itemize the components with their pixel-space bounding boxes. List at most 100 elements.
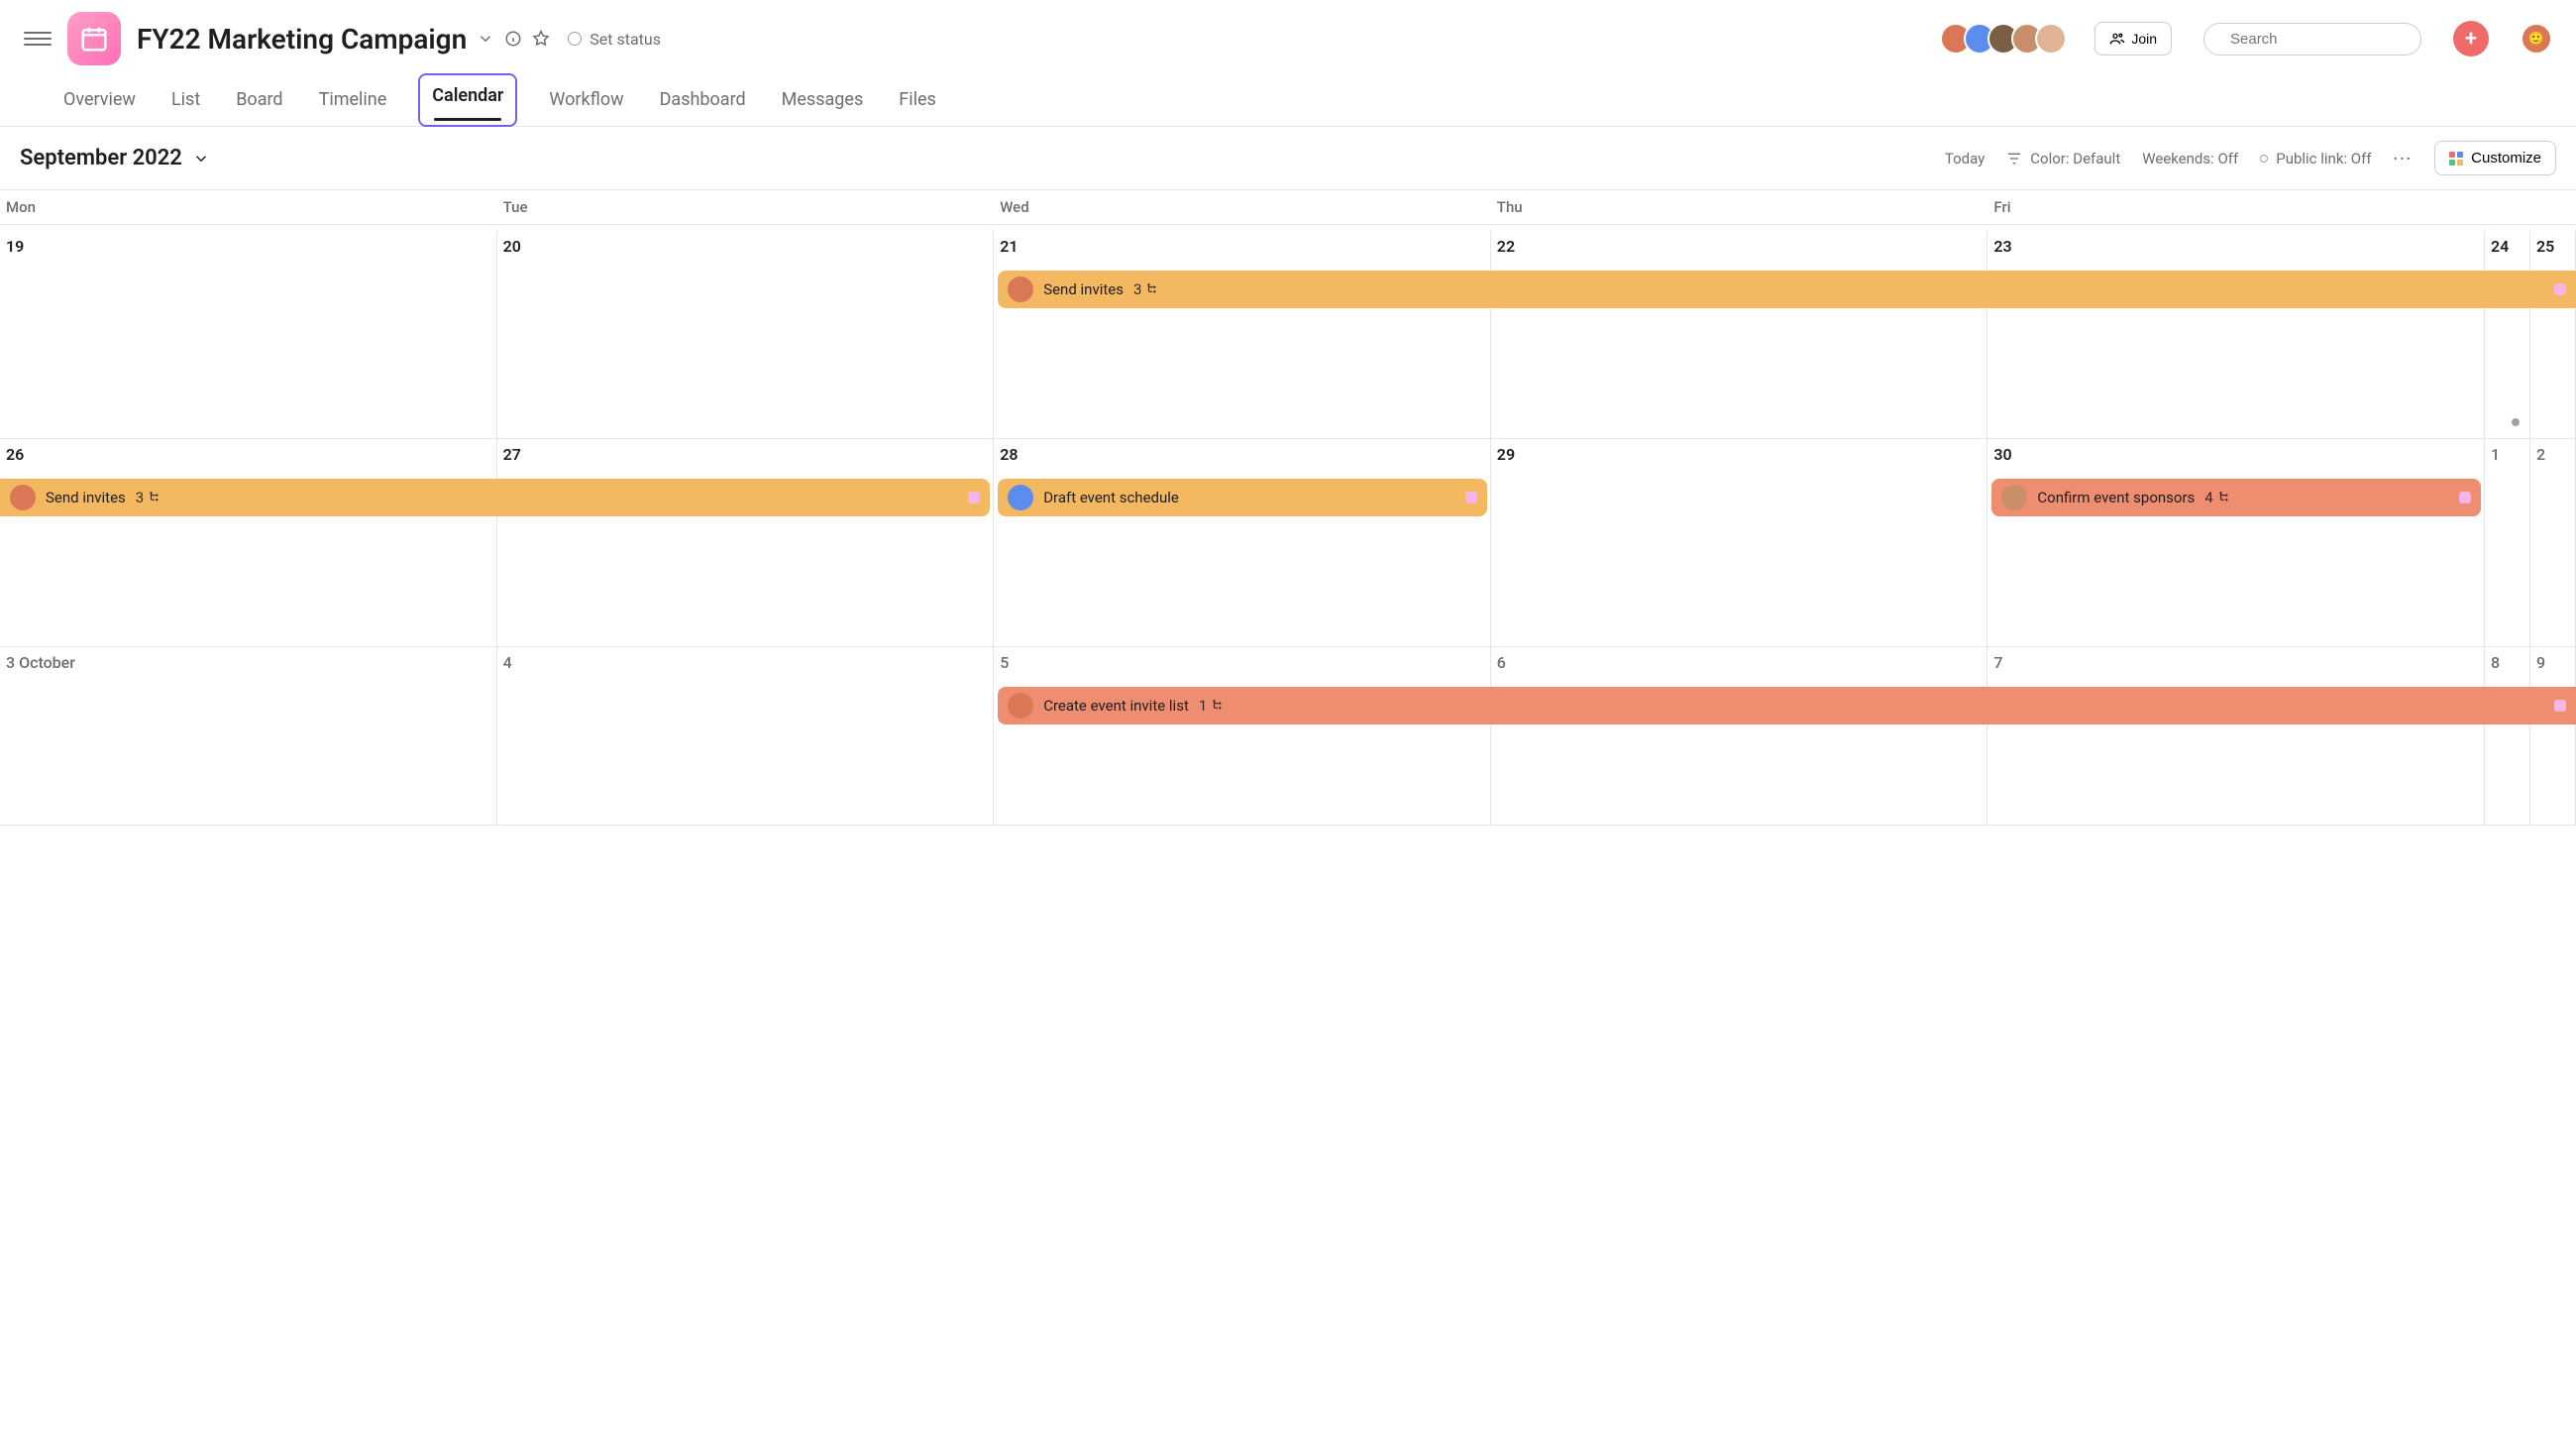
- more-options[interactable]: ···: [2394, 150, 2414, 167]
- subtask-icon: [1145, 282, 1159, 296]
- calendar-day[interactable]: 22: [1491, 231, 1988, 438]
- day-number: 26: [6, 445, 490, 464]
- calendar-day[interactable]: 27: [497, 439, 995, 646]
- info-icon[interactable]: [504, 30, 522, 48]
- day-number: 7: [1993, 653, 2478, 672]
- calendar-day[interactable]: 6: [1491, 647, 1988, 825]
- tab-list[interactable]: List: [167, 73, 204, 126]
- calendar-day[interactable]: 3 October: [0, 647, 497, 825]
- join-label: Join: [2131, 31, 2157, 47]
- join-button[interactable]: Join: [2094, 22, 2172, 56]
- chevron-down-icon: [192, 150, 210, 167]
- current-user-avatar[interactable]: 🙂: [2521, 23, 2552, 55]
- chevron-down-icon[interactable]: [477, 30, 494, 48]
- project-title: FY22 Marketing Campaign: [137, 23, 467, 56]
- calendar-task[interactable]: Draft event schedule: [998, 479, 1487, 516]
- task-label: Send invites: [1043, 280, 1124, 298]
- tab-timeline[interactable]: Timeline: [315, 73, 391, 126]
- calendar-day[interactable]: 30: [1987, 439, 2485, 646]
- subtask-count: 3: [1133, 280, 1159, 298]
- tab-messages[interactable]: Messages: [778, 73, 868, 126]
- day-number: 4: [503, 653, 988, 672]
- project-icon[interactable]: [67, 12, 121, 65]
- calendar-day[interactable]: 8: [2485, 647, 2530, 825]
- weekends-toggle[interactable]: Weekends: Off: [2142, 150, 2238, 167]
- task-tag-square: [2554, 283, 2566, 295]
- day-number: 22: [1497, 237, 1982, 256]
- day-number: 1: [2491, 445, 2523, 464]
- calendar-task[interactable]: Send invites 3: [998, 271, 2576, 308]
- tab-overview[interactable]: Overview: [59, 73, 140, 126]
- add-button[interactable]: +: [2453, 21, 2489, 56]
- set-status-button[interactable]: Set status: [568, 30, 661, 49]
- hamburger-menu-icon[interactable]: [24, 25, 52, 53]
- member-avatar[interactable]: [2035, 23, 2067, 55]
- task-tag-square: [2459, 492, 2471, 503]
- task-label: Send invites: [46, 489, 126, 506]
- subtask-icon: [2217, 491, 2231, 504]
- calendar-day[interactable]: 21: [994, 231, 1491, 438]
- calendar-day[interactable]: 2: [2530, 439, 2576, 646]
- dow-label: Fri: [1987, 190, 2485, 224]
- overflow-indicator[interactable]: [2512, 418, 2520, 426]
- filter-icon: [2006, 151, 2022, 166]
- member-avatars[interactable]: [1940, 23, 2067, 55]
- day-number: 5: [1000, 653, 1484, 672]
- calendar-day[interactable]: 26: [0, 439, 497, 646]
- tab-files[interactable]: Files: [895, 73, 940, 126]
- calendar-day[interactable]: 25: [2530, 231, 2576, 438]
- task-tag-square: [968, 492, 980, 503]
- color-filter[interactable]: Color: Default: [2006, 150, 2120, 167]
- customize-label: Customize: [2471, 150, 2541, 166]
- month-picker[interactable]: September 2022: [20, 146, 210, 170]
- task-tag-square: [2554, 700, 2566, 712]
- people-icon: [2109, 31, 2125, 47]
- day-number: 2: [2536, 445, 2569, 464]
- calendar-day[interactable]: 4: [497, 647, 995, 825]
- task-label: Create event invite list: [1043, 697, 1189, 715]
- calendar-day[interactable]: 5: [994, 647, 1491, 825]
- calendar-day[interactable]: 1: [2485, 439, 2530, 646]
- calendar-day[interactable]: 20: [497, 231, 995, 438]
- tab-workflow[interactable]: Workflow: [545, 73, 627, 126]
- dow-header: MonTueWedThuFri: [0, 189, 2576, 225]
- day-number: 6: [1497, 653, 1982, 672]
- customize-button[interactable]: Customize: [2434, 141, 2556, 175]
- task-label: Confirm event sponsors: [2037, 489, 2195, 506]
- task-assignee-avatar: [1008, 693, 1033, 719]
- task-assignee-avatar: [1008, 485, 1033, 510]
- calendar-task[interactable]: Create event invite list 1: [998, 687, 2576, 724]
- today-button[interactable]: Today: [1945, 150, 1985, 167]
- calendar-day[interactable]: 7: [1987, 647, 2485, 825]
- search-input[interactable]: [2228, 30, 2429, 49]
- calendar-task[interactable]: Send invites 3: [0, 479, 990, 516]
- tab-board[interactable]: Board: [232, 73, 286, 126]
- tab-calendar[interactable]: Calendar: [418, 73, 517, 127]
- project-title-wrap: FY22 Marketing Campaign Set status: [137, 23, 661, 56]
- day-number: 29: [1497, 445, 1982, 464]
- calendar-day[interactable]: 19: [0, 231, 497, 438]
- calendar-task[interactable]: Confirm event sponsors4: [1991, 479, 2481, 516]
- calendar-day[interactable]: 23: [1987, 231, 2485, 438]
- subtask-count: 1: [1199, 697, 1225, 715]
- calendar-day[interactable]: 9: [2530, 647, 2576, 825]
- dow-label: Mon: [0, 190, 497, 224]
- day-number: 28: [1000, 445, 1484, 464]
- search-input-wrap[interactable]: [2203, 23, 2421, 56]
- month-label: September 2022: [20, 146, 182, 170]
- calendar-day[interactable]: 29: [1491, 439, 1988, 646]
- calendar-toolbar: September 2022 Today Color: Default Week…: [0, 127, 2576, 189]
- public-link-toggle[interactable]: Public link: Off: [2260, 150, 2371, 167]
- public-link-label: Public link: Off: [2276, 150, 2371, 167]
- calendar-day[interactable]: 28: [994, 439, 1491, 646]
- today-label: Today: [1945, 150, 1985, 167]
- view-tabs: Overview List Board Timeline Calendar Workflo…: [0, 73, 2576, 127]
- calendar-day[interactable]: 24: [2485, 231, 2530, 438]
- task-label: Draft event schedule: [1043, 489, 1179, 506]
- subtask-count: 3: [136, 489, 161, 506]
- tab-dashboard[interactable]: Dashboard: [656, 73, 750, 126]
- day-number: 9: [2536, 653, 2569, 672]
- dow-label: [2530, 190, 2576, 224]
- star-icon[interactable]: [532, 30, 550, 48]
- day-number: 30: [1993, 445, 2478, 464]
